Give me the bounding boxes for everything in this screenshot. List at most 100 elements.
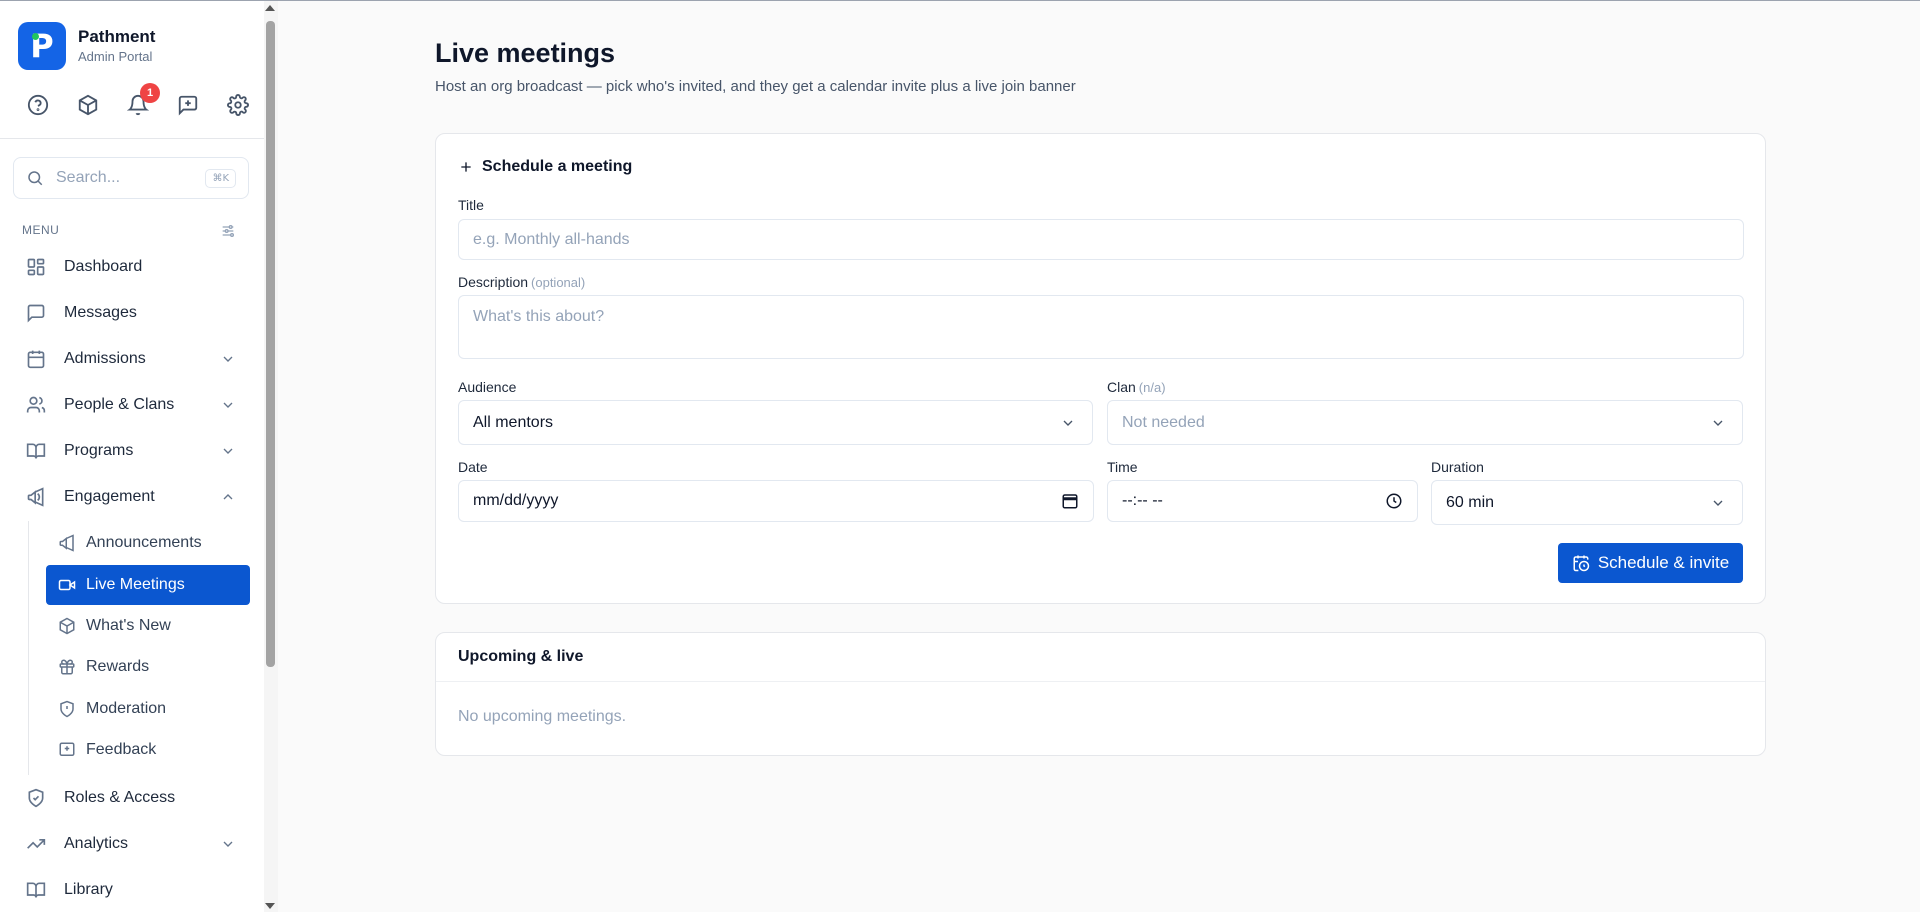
sidebar-item-engagement[interactable]: Engagement xyxy=(14,477,250,517)
brand[interactable]: P Pathment Admin Portal xyxy=(18,22,155,70)
sidebar-subitem-rewards[interactable]: Rewards xyxy=(46,647,250,687)
sidebar-item-admissions[interactable]: Admissions xyxy=(14,339,250,379)
sidebar-item-library[interactable]: Library xyxy=(14,870,250,910)
title-input[interactable] xyxy=(458,219,1744,260)
date-value: mm/dd/yyyy xyxy=(473,492,559,509)
brand-logo: P xyxy=(18,22,66,70)
chevron-down-icon xyxy=(223,402,233,408)
sidebar-toolbar: 1 xyxy=(26,83,276,117)
book-open-icon xyxy=(26,441,46,461)
duration-label: Duration xyxy=(1431,459,1484,475)
upcoming-divider xyxy=(436,681,1765,682)
description-label: Description (optional) xyxy=(458,274,585,290)
audience-value: All mentors xyxy=(473,413,554,431)
chevron-down-icon xyxy=(1063,420,1073,426)
sidebar-item-dashboard[interactable]: Dashboard xyxy=(14,247,250,287)
sidebar-item-roles-access[interactable]: Roles & Access xyxy=(14,778,250,818)
sidebar-subitem-label: Feedback xyxy=(86,741,157,758)
logo-dot xyxy=(32,33,39,40)
sidebar-item-label: Programs xyxy=(64,442,134,459)
shield-check-icon xyxy=(26,788,46,808)
sidebar-item-label: People & Clans xyxy=(64,396,175,413)
upcoming-heading: Upcoming & live xyxy=(458,648,584,665)
clan-na-hint: (n/a) xyxy=(1138,380,1166,395)
megaphone-icon xyxy=(58,534,76,552)
chevron-down-icon xyxy=(223,841,233,847)
chevron-down-icon xyxy=(1713,500,1723,506)
date-input[interactable]: mm/dd/yyyy xyxy=(458,480,1094,522)
sidebar-divider xyxy=(0,138,264,139)
scroll-down-arrow[interactable] xyxy=(265,903,275,909)
gift-icon xyxy=(58,658,76,676)
notification-badge: 1 xyxy=(140,83,160,103)
sidebar-subitem-moderation[interactable]: Moderation xyxy=(46,689,250,729)
time-value: --:-- -- xyxy=(1122,492,1163,509)
search-input[interactable] xyxy=(56,169,186,187)
shield-icon xyxy=(58,700,76,718)
feedback-plus-icon[interactable] xyxy=(176,93,200,117)
calendar-clock-icon xyxy=(1573,555,1590,572)
gear-icon[interactable] xyxy=(226,93,250,117)
submenu-rail xyxy=(28,521,29,775)
box-icon[interactable] xyxy=(76,93,100,117)
sidebar-item-label: Library xyxy=(64,881,113,898)
sidebar-scroll-thumb[interactable] xyxy=(266,21,275,667)
description-label-text: Description xyxy=(458,274,529,290)
time-label: Time xyxy=(1107,459,1138,475)
description-textarea[interactable] xyxy=(458,295,1744,359)
brand-subtitle: Admin Portal xyxy=(78,49,153,64)
calendar-icon[interactable] xyxy=(1061,492,1079,510)
audience-label: Audience xyxy=(458,379,517,395)
clan-label-text: Clan xyxy=(1107,379,1136,395)
page-subtitle: Host an org broadcast — pick who's invit… xyxy=(435,78,1076,95)
sidebar-item-messages[interactable]: Messages xyxy=(14,293,250,333)
clan-label: Clan (n/a) xyxy=(1107,379,1166,395)
page-title: Live meetings xyxy=(435,38,616,68)
chevron-down-icon xyxy=(223,448,233,454)
help-icon[interactable] xyxy=(26,93,50,117)
sidebar-subitem-feedback[interactable]: Feedback xyxy=(46,730,250,770)
optional-hint: (optional) xyxy=(531,275,586,290)
scroll-up-arrow[interactable] xyxy=(265,5,275,11)
chevron-down-icon xyxy=(223,356,233,362)
sidebar-subitem-whats-new[interactable]: What's New xyxy=(46,606,250,646)
sidebar-subitem-announcements[interactable]: Announcements xyxy=(46,523,250,563)
plus-icon xyxy=(461,162,471,172)
sidebar-subitem-live-meetings[interactable]: Live Meetings xyxy=(46,565,250,605)
trending-up-icon xyxy=(26,834,46,854)
sidebar-item-label: Messages xyxy=(64,304,137,321)
sidebar-item-programs[interactable]: Programs xyxy=(14,431,250,471)
sidebar-search[interactable]: ⌘K xyxy=(13,157,249,199)
schedule-meeting-card: Schedule a meeting Title Description(opt… xyxy=(435,133,1766,604)
users-icon xyxy=(26,395,46,415)
duration-select[interactable]: 60 min xyxy=(1431,480,1743,525)
box-icon xyxy=(58,617,76,635)
sidebar-subitem-label: What's New xyxy=(86,617,171,634)
duration-value: 60 min xyxy=(1446,493,1495,511)
upcoming-meetings-card: Upcoming & live No upcoming meetings. xyxy=(435,632,1766,756)
sidebar-item-people-clans[interactable]: People & Clans xyxy=(14,385,250,425)
schedule-heading-text: Schedule a meeting xyxy=(482,158,633,175)
sidebar-subitem-label: Rewards xyxy=(86,658,150,675)
dashboard-icon xyxy=(26,257,46,277)
clan-select[interactable]: Not needed xyxy=(1107,400,1743,445)
book-open-icon xyxy=(26,880,46,900)
sidebar-item-analytics[interactable]: Analytics xyxy=(14,824,250,864)
time-input[interactable]: --:-- -- xyxy=(1107,480,1418,522)
sidebar-item-label: Roles & Access xyxy=(64,789,176,806)
bell-icon[interactable]: 1 xyxy=(126,83,160,117)
brand-name: Pathment xyxy=(78,27,156,46)
audience-select[interactable]: All mentors xyxy=(458,400,1093,445)
sliders-icon[interactable] xyxy=(220,223,236,239)
chevron-down-icon xyxy=(1713,420,1723,426)
sidebar-item-label: Dashboard xyxy=(64,258,143,275)
schedule-invite-button[interactable]: Schedule & invite xyxy=(1558,543,1743,583)
video-icon xyxy=(58,576,76,594)
sidebar: P Pathment Admin Portal 1 ⌘K MENU xyxy=(0,1,278,912)
date-label: Date xyxy=(458,459,488,475)
sidebar-subitem-label: Live Meetings xyxy=(86,576,185,593)
clock-icon[interactable] xyxy=(1385,492,1403,510)
sidebar-item-label: Admissions xyxy=(64,350,146,367)
upcoming-empty-state: No upcoming meetings. xyxy=(458,708,627,725)
sidebar-item-label: Engagement xyxy=(64,488,155,505)
